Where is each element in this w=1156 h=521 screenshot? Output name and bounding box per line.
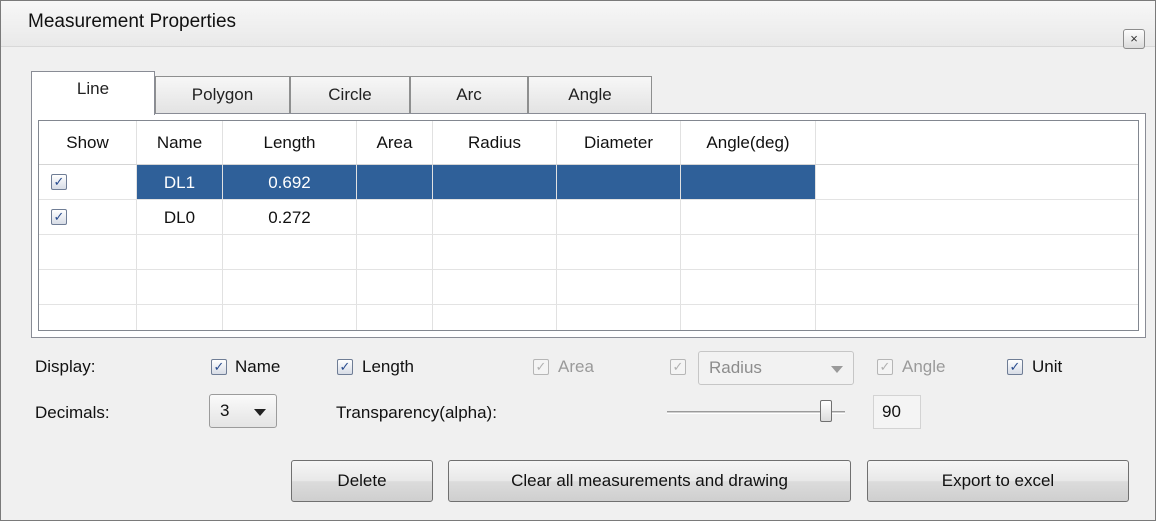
- radius-type-dropdown[interactable]: Radius: [698, 351, 854, 385]
- display-unit-label[interactable]: Unit: [1032, 357, 1062, 377]
- display-length-label[interactable]: Length: [362, 357, 414, 377]
- display-area-checkbox[interactable]: ✓: [533, 359, 549, 375]
- show-cell: ✓: [39, 165, 137, 199]
- tab-label: Line: [76, 79, 110, 98]
- empty-row: [39, 235, 1138, 270]
- name-cell[interactable]: DL1: [137, 165, 223, 199]
- diameter-cell[interactable]: [557, 200, 681, 234]
- checkmark-icon: ✓: [535, 359, 547, 374]
- close-button[interactable]: ×: [1123, 29, 1145, 49]
- title-bar: Measurement Properties ×: [1, 1, 1155, 49]
- column-header-filler: [816, 121, 1138, 164]
- show-cell: ✓: [39, 200, 137, 234]
- transparency-label: Transparency(alpha):: [336, 403, 497, 422]
- column-header-diameter[interactable]: Diameter: [557, 121, 681, 164]
- table-row[interactable]: ✓ DL1 0.692: [39, 165, 1138, 200]
- display-name-checkbox[interactable]: ✓: [211, 359, 227, 375]
- tab-circle[interactable]: Circle: [290, 76, 410, 113]
- chevron-down-icon: [831, 366, 843, 373]
- column-header-show[interactable]: Show: [39, 121, 137, 164]
- column-header-area[interactable]: Area: [357, 121, 433, 164]
- length-cell[interactable]: 0.692: [223, 165, 357, 199]
- transparency-slider-thumb[interactable]: [820, 400, 832, 422]
- area-cell[interactable]: [357, 165, 433, 199]
- tab-label: Polygon: [191, 85, 254, 104]
- empty-row: [39, 270, 1138, 305]
- empty-row: [39, 305, 1138, 330]
- transparency-value-field[interactable]: 90: [873, 395, 921, 429]
- display-radius-checkbox[interactable]: ✓: [670, 359, 686, 375]
- diameter-cell[interactable]: [557, 165, 681, 199]
- show-checkbox[interactable]: ✓: [51, 209, 67, 225]
- tab-line[interactable]: Line: [31, 71, 155, 115]
- checkmark-icon: ✓: [879, 359, 891, 374]
- checkmark-icon: ✓: [53, 174, 65, 189]
- table-header: Show Name Length Area Radius Diameter An…: [39, 121, 1138, 165]
- column-header-name[interactable]: Name: [137, 121, 223, 164]
- close-icon: ×: [1130, 31, 1138, 46]
- tab-angle[interactable]: Angle: [528, 76, 652, 113]
- measurement-properties-window: Measurement Properties × Line Polygon Ci…: [0, 0, 1156, 521]
- radius-cell[interactable]: [433, 200, 557, 234]
- decimals-dropdown[interactable]: 3: [209, 394, 277, 428]
- column-header-radius[interactable]: Radius: [433, 121, 557, 164]
- display-length-checkbox[interactable]: ✓: [337, 359, 353, 375]
- checkmark-icon: ✓: [672, 359, 684, 374]
- chevron-down-icon: [254, 409, 266, 416]
- decimals-value: 3: [220, 401, 230, 420]
- tab-label: Circle: [328, 85, 372, 104]
- radius-cell[interactable]: [433, 165, 557, 199]
- display-name-label[interactable]: Name: [235, 357, 280, 377]
- name-cell[interactable]: DL0: [137, 200, 223, 234]
- radius-type-value: Radius: [709, 358, 762, 377]
- display-unit-checkbox[interactable]: ✓: [1007, 359, 1023, 375]
- column-header-length[interactable]: Length: [223, 121, 357, 164]
- checkmark-icon: ✓: [53, 209, 65, 224]
- decimals-label: Decimals:: [35, 403, 110, 422]
- tab-arc[interactable]: Arc: [410, 76, 528, 113]
- area-cell[interactable]: [357, 200, 433, 234]
- checkmark-icon: ✓: [339, 359, 351, 374]
- tab-label: Angle: [568, 85, 612, 104]
- checkmark-icon: ✓: [213, 359, 225, 374]
- transparency-slider-track[interactable]: [667, 411, 845, 414]
- column-header-angle[interactable]: Angle(deg): [681, 121, 816, 164]
- show-checkbox[interactable]: ✓: [51, 174, 67, 190]
- tab-label: Arc: [456, 85, 482, 104]
- angle-cell[interactable]: [681, 200, 816, 234]
- display-label: Display:: [35, 357, 96, 376]
- line-tab-panel: Show Name Length Area Radius Diameter An…: [31, 113, 1146, 338]
- clear-all-button[interactable]: Clear all measurements and drawing: [448, 460, 851, 502]
- table-row[interactable]: ✓ DL0 0.272: [39, 200, 1138, 235]
- window-title: Measurement Properties: [28, 11, 237, 32]
- angle-cell[interactable]: [681, 165, 816, 199]
- checkmark-icon: ✓: [1009, 359, 1021, 374]
- tab-polygon[interactable]: Polygon: [155, 76, 290, 113]
- measurements-table[interactable]: Show Name Length Area Radius Diameter An…: [38, 120, 1139, 331]
- display-angle-checkbox[interactable]: ✓: [877, 359, 893, 375]
- delete-button[interactable]: Delete: [291, 460, 433, 502]
- export-to-excel-button[interactable]: Export to excel: [867, 460, 1129, 502]
- display-angle-label[interactable]: Angle: [902, 357, 945, 377]
- display-area-label[interactable]: Area: [558, 357, 594, 377]
- length-cell[interactable]: 0.272: [223, 200, 357, 234]
